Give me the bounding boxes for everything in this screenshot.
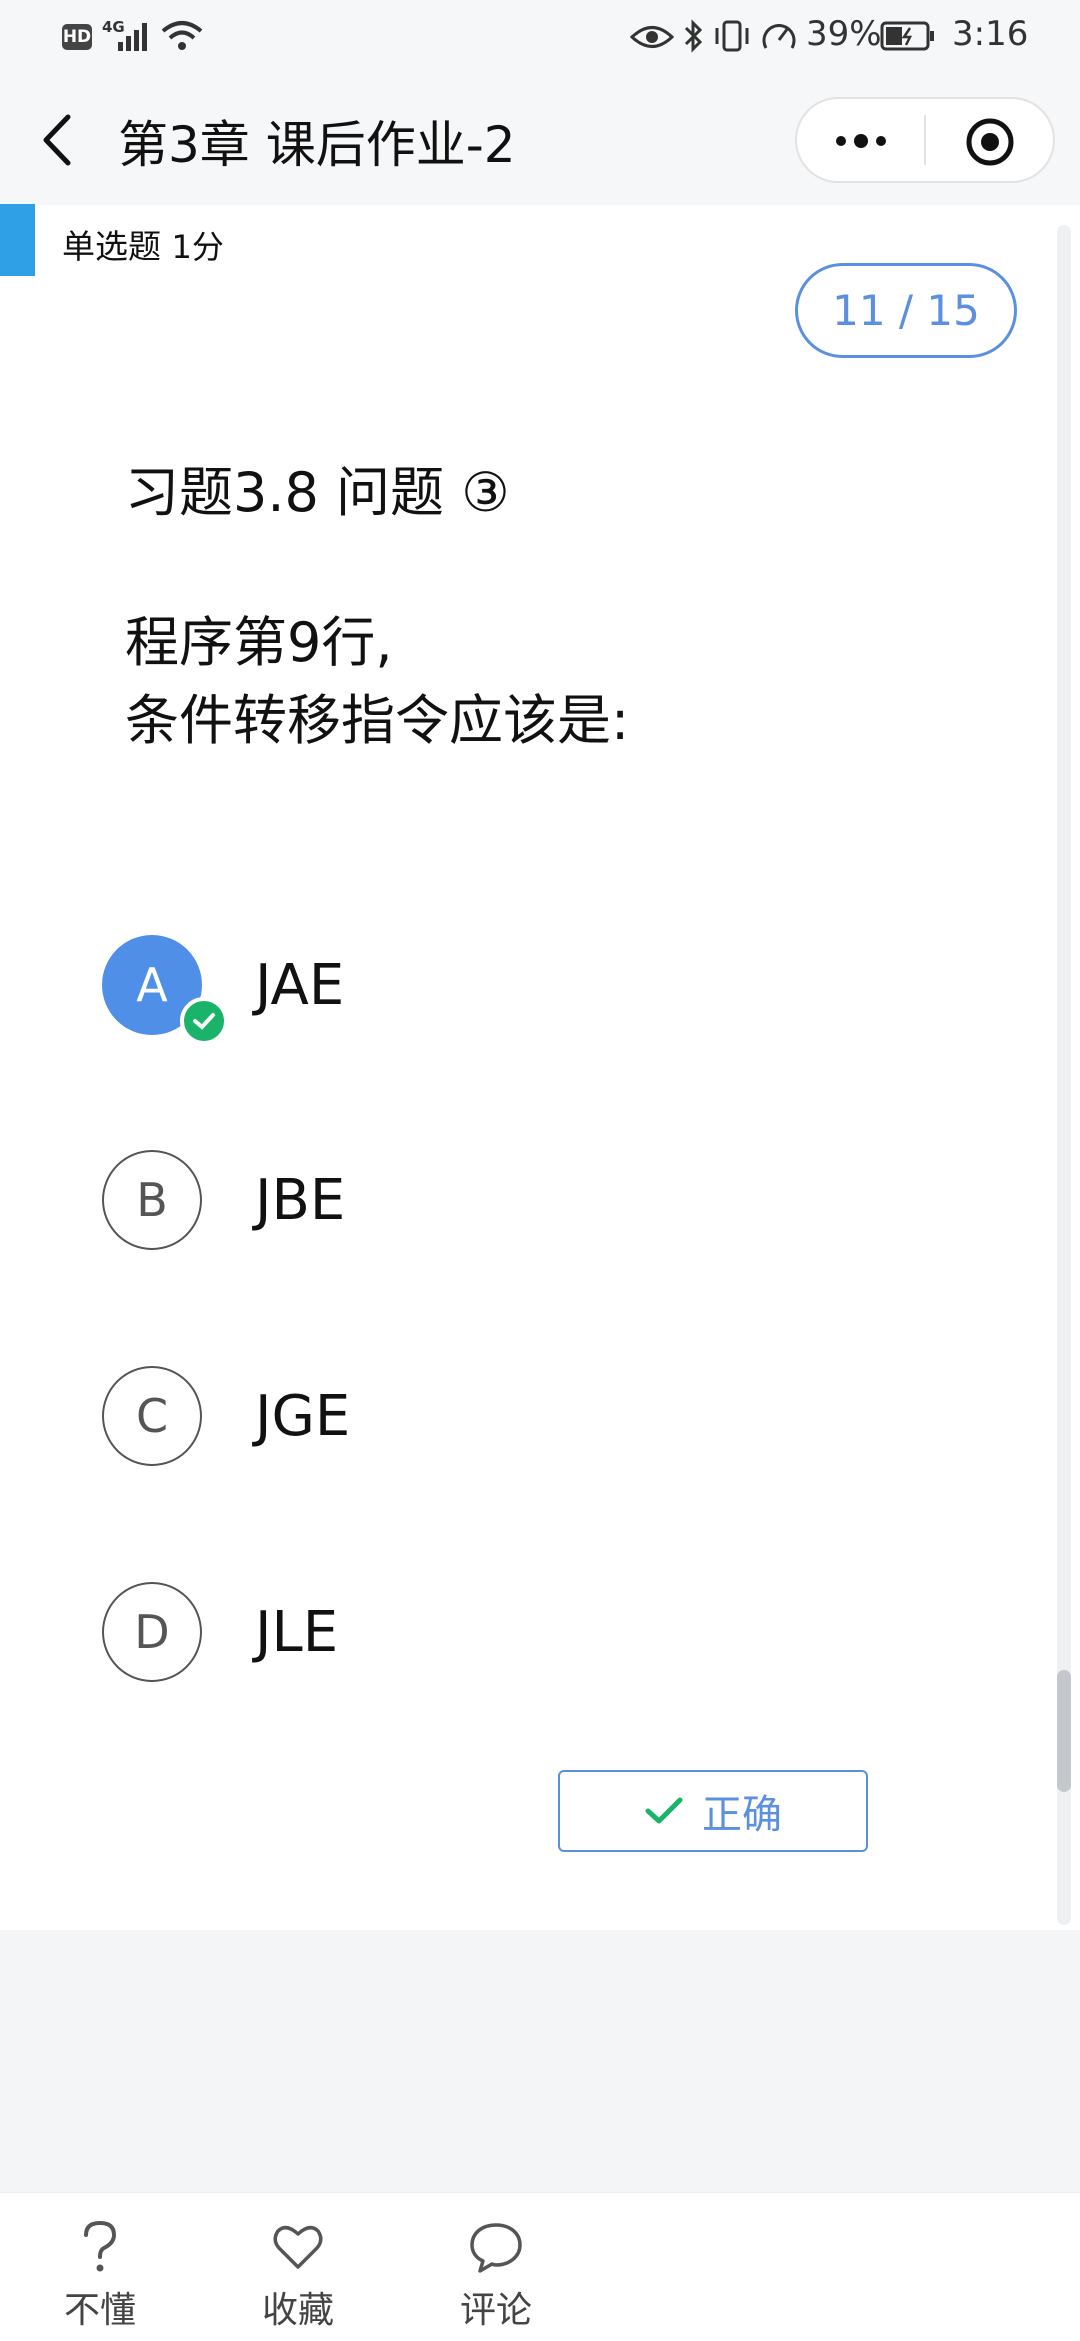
capsule-divider [924,115,926,165]
speed-icon [762,24,796,49]
scrollbar-thumb[interactable] [1057,1670,1071,1792]
question-body-line: 程序第9行, [125,611,393,674]
question-type-marker [0,204,35,276]
question-score: 1分 [171,228,224,266]
content-footer-area [0,1930,1080,2192]
record-icon[interactable] [965,117,1015,167]
battery-icon [880,21,934,51]
bottom-toolbar: 不懂 收藏 评论 [0,2192,1080,2341]
question-title: 习题3.8 问题 ③ [125,461,510,524]
option-a[interactable]: A JAE [0,935,1040,1045]
question-icon [84,2220,117,2272]
check-icon [180,997,228,1045]
hd-badge: HD [62,24,92,50]
heart-icon [273,2225,323,2269]
clock: 3:16 [952,14,1029,54]
option-letter: D [102,1582,202,1682]
question-type: 单选题 1分 [62,220,224,268]
toolbar-label: 不懂 [63,2290,136,2331]
toolbar-label: 评论 [459,2290,532,2331]
option-text: JGE [255,1384,351,1449]
eye-icon [630,26,674,48]
check-icon [645,1797,683,1824]
question-type-label: 单选题 [62,227,161,266]
answer-result-badge: 正确 [558,1770,868,1852]
status-bar: HD 4G 39% 3:16 [0,0,1080,75]
option-c[interactable]: C JGE [0,1366,1040,1476]
nav-bar: 第3章 课后作业-2 [0,75,1080,205]
bluetooth-icon [684,19,703,53]
option-text: JAE [255,953,345,1018]
option-d[interactable]: D JLE [0,1582,1040,1692]
more-icon[interactable] [833,126,889,156]
toolbar-comment[interactable]: 评论 [416,2219,576,2333]
battery-percent: 39% [806,14,882,54]
option-letter: B [102,1150,202,1250]
option-letter: C [102,1366,202,1466]
toolbar-dont-understand[interactable]: 不懂 [20,2219,180,2333]
page-title: 第3章 课后作业-2 [118,116,516,174]
signal-icon [118,23,147,51]
mini-program-capsule [795,97,1055,183]
toolbar-label: 收藏 [261,2290,334,2331]
wifi-icon [161,21,203,50]
vibrate-icon [715,20,749,52]
toolbar-favorite[interactable]: 收藏 [218,2219,378,2333]
option-text: JBE [255,1168,346,1233]
question-progress[interactable]: 11 / 15 [795,263,1017,358]
back-arrow-icon[interactable] [38,113,78,167]
question-body-line: 条件转移指令应该是: [125,689,630,752]
option-text: JLE [255,1600,339,1665]
comment-icon [470,2223,522,2273]
option-b[interactable]: B JBE [0,1150,1040,1260]
result-label: 正确 [702,1792,782,1838]
